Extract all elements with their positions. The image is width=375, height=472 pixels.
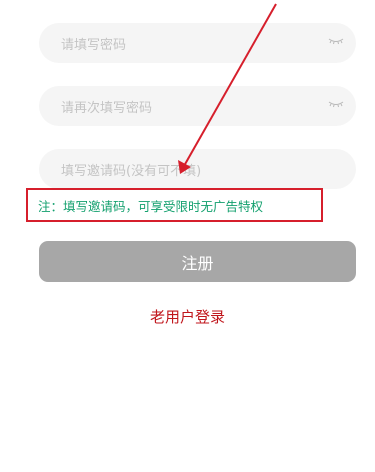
invite-note-box: 注：填写邀请码，可享受限时无广告特权	[26, 188, 323, 222]
register-button-label: 注册	[181, 253, 214, 273]
invite-code-placeholder: 填写邀请码(没有可不填)	[61, 163, 202, 179]
invite-note-text: 注：填写邀请码，可享受限时无广告特权	[38, 198, 264, 214]
invite-code-field[interactable]: 填写邀请码(没有可不填)	[39, 149, 356, 189]
annotation-arrow	[178, 3, 277, 174]
register-button[interactable]: 注册	[39, 241, 356, 282]
eye-closed-icon[interactable]	[328, 36, 344, 46]
old-user-login-link[interactable]: 老用户登录	[0, 306, 375, 327]
password-placeholder: 请填写密码	[61, 37, 127, 53]
confirm-password-field[interactable]: 请再次填写密码	[39, 86, 356, 126]
confirm-password-placeholder: 请再次填写密码	[61, 100, 153, 116]
eye-closed-icon[interactable]	[328, 99, 344, 109]
password-field[interactable]: 请填写密码	[39, 23, 356, 63]
